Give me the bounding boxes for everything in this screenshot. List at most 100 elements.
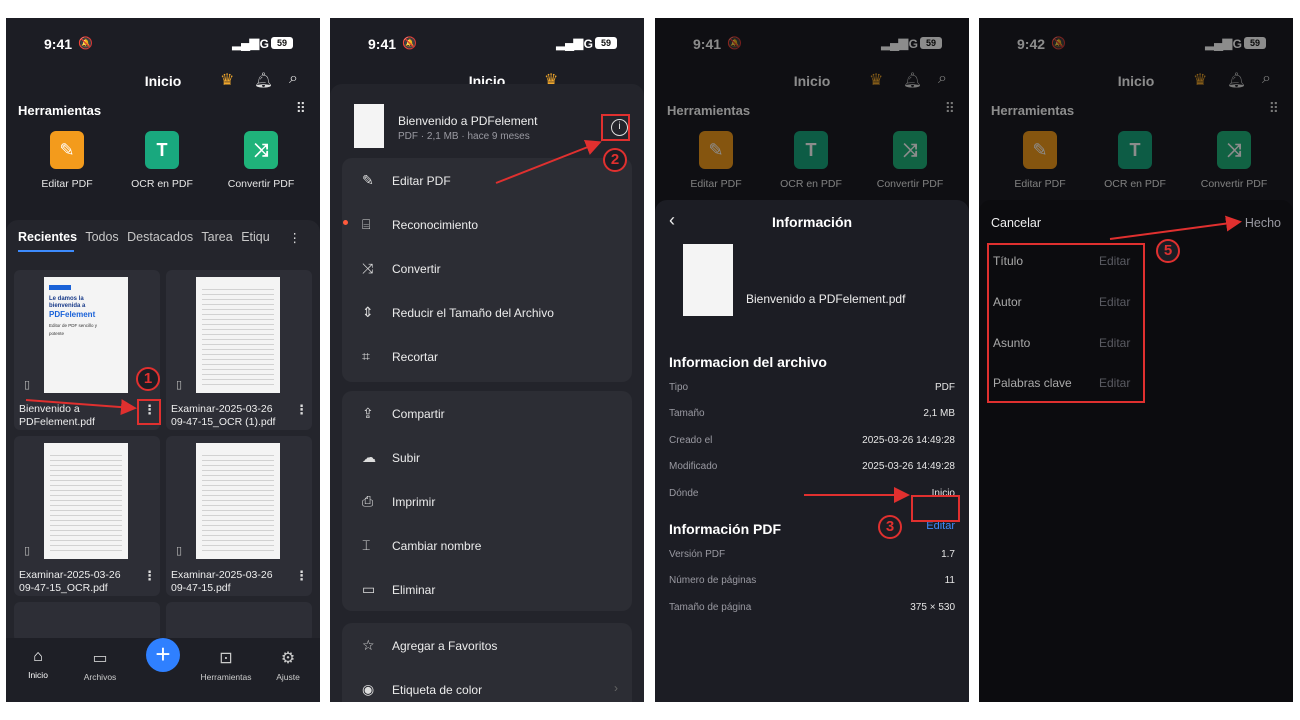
printer-icon: ⎙ <box>362 493 374 509</box>
menu-item-delete[interactable]: ▭ Eliminar <box>342 567 632 611</box>
recents-tabs: Recientes Todos Destacados Tarea Etiqu ⋮ <box>18 230 310 252</box>
file-thumbnail <box>196 443 280 559</box>
step-badge-5: 5 <box>1156 239 1180 263</box>
screen-file-menu: 9:41 🔕 ▂▄▆ 5G 59 Inicio ♛ Bienvenido a P… <box>330 18 644 702</box>
home-icon: ⌂ <box>33 648 43 665</box>
grid-icon[interactable]: ⠿ <box>296 100 306 117</box>
rename-icon: ⌶ <box>362 537 371 553</box>
tool-convert[interactable]: ⤨ Convertir PDF <box>213 131 309 190</box>
highlight-edit-link <box>911 495 960 522</box>
cloud-upload-icon: ☁ <box>362 449 376 465</box>
tool-label: OCR en PDF <box>131 178 193 190</box>
crown-icon[interactable]: ♛ <box>220 70 234 90</box>
menu-group-edit: ✎ Editar PDF ⌸ Reconocimiento ⤨ Convertir ⇕… <box>342 158 632 382</box>
convert-icon: ⤨ <box>244 131 278 169</box>
tools-heading: Herramientas <box>18 103 102 118</box>
battery-icon: 59 <box>271 37 293 49</box>
menu-item-edit-pdf[interactable]: ✎ Editar PDF <box>342 158 632 202</box>
status-time: 9:41 <box>44 36 73 52</box>
file-name: Examinar-2025-03-26 09-47-15.pdf <box>171 569 273 594</box>
menu-item-compress[interactable]: ⇕ Reducir el Tamaño del Archivo <box>342 290 632 334</box>
network-label: 5G <box>577 37 594 51</box>
file-name: Examinar-2025-03-26 09-47-15_OCR (1).pdf <box>171 403 276 428</box>
file-name: Bienvenido a PDFelement <box>398 114 538 128</box>
file-thumbnail <box>354 104 384 148</box>
chevron-right-icon: › <box>614 681 618 695</box>
bell-icon[interactable]: 🔔︎ <box>254 71 273 89</box>
highlight-more-button <box>137 399 161 425</box>
folder-icon: ▭ <box>92 650 108 667</box>
tab-tarea[interactable]: Tarea <box>201 230 232 244</box>
file-thumbnail <box>44 443 128 559</box>
info-row: Modificado 2025-03-26 14:49:28 <box>669 461 955 472</box>
file-card[interactable]: ▯ Examinar-2025-03-26 09-47-15_OCR.pdf ⋮ <box>14 436 160 596</box>
file-name: Bienvenido a PDFelement.pdf <box>19 403 95 428</box>
menu-item-favorite[interactable]: ☆ Agregar a Favoritos <box>342 623 632 667</box>
file-more-icon[interactable]: ⋮ <box>143 568 156 584</box>
info-sheet: ‹ Información Bienvenido a PDFelement.pd… <box>655 200 969 702</box>
file-meta: PDF · 2,1 MB · hace 9 meses <box>398 131 530 142</box>
status-bar: 9:41 🔕 ▂▄▆ 5G 59 <box>6 18 320 70</box>
file-thumbnail <box>196 277 280 393</box>
ocr-icon: T <box>145 131 179 169</box>
more-vertical-icon[interactable]: ⋮ <box>289 230 302 245</box>
device-icon: ▯ <box>24 545 31 557</box>
tool-edit-pdf[interactable]: ✎ Editar PDF <box>19 131 115 190</box>
step-badge-3: 3 <box>878 515 902 539</box>
tab-destacados[interactable]: Destacados <box>127 230 193 244</box>
nav-inicio[interactable]: ⌂ Inicio <box>6 648 70 680</box>
info-title: Información <box>771 214 853 230</box>
info-row: Versión PDF 1.7 <box>669 549 955 560</box>
info-row: Creado el 2025-03-26 14:49:28 <box>669 435 955 446</box>
menu-item-print[interactable]: ⎙ Imprimir <box>342 479 632 523</box>
menu-item-crop[interactable]: ⌗ Recortar <box>342 334 632 378</box>
menu-item-recognition[interactable]: ⌸ Reconocimiento <box>342 202 632 246</box>
highlight-info-button <box>601 114 630 141</box>
nav-ajuste[interactable]: ⚙ Ajuste <box>256 648 320 682</box>
network-label: 5G <box>253 37 270 51</box>
nav-archivos[interactable]: ▭ Archivos <box>68 648 132 682</box>
settings-icon: ⚙ <box>280 650 296 667</box>
file-card[interactable] <box>166 602 312 642</box>
silent-icon: 🔕 <box>78 36 93 50</box>
screen-home: 9:41 🔕 ▂▄▆ 5G 59 Inicio ♛ 🔔︎ ⌕ Herramien… <box>6 18 320 702</box>
add-button[interactable]: + <box>146 638 180 672</box>
new-dot <box>343 220 348 225</box>
tab-etiquetas[interactable]: Etiqu <box>241 230 270 244</box>
screen-info: 9:41 🔕 ▂▄▆ 5G 59 Inicio ♛ 🔔︎ ⌕ Herramien… <box>655 18 969 702</box>
nav-herramientas[interactable]: ⊡ Herramientas <box>194 648 258 682</box>
file-card[interactable] <box>14 602 160 642</box>
device-icon: ▯ <box>176 379 183 391</box>
info-row: Tipo PDF <box>669 382 955 393</box>
done-button[interactable]: Hecho <box>1245 216 1281 230</box>
menu-item-color-tag[interactable]: ◉ Etiqueta de color › <box>342 667 632 702</box>
file-card[interactable]: ▯ Examinar-2025-03-26 09-47-15.pdf ⋮ <box>166 436 312 596</box>
file-menu-header: Bienvenido a PDFelement PDF · 2,1 MB · h… <box>342 102 632 158</box>
search-icon[interactable]: ⌕ <box>289 70 298 88</box>
tab-underline <box>18 250 74 252</box>
device-icon: ▯ <box>176 545 183 557</box>
menu-item-convert[interactable]: ⤨ Convertir <box>342 246 632 290</box>
step-badge-2: 2 <box>603 148 627 172</box>
tool-ocr[interactable]: T OCR en PDF <box>114 131 210 190</box>
shuffle-icon: ⤨ <box>362 260 374 276</box>
file-thumbnail: Le damos la bienvenida a PDFelement Edit… <box>44 277 128 393</box>
file-card[interactable]: ▯ Examinar-2025-03-26 09-47-15_OCR (1).pd… <box>166 270 312 430</box>
tool-label: Editar PDF <box>41 178 93 190</box>
menu-item-rename[interactable]: ⌶ Cambiar nombre <box>342 523 632 567</box>
tab-todos[interactable]: Todos <box>85 230 118 244</box>
menu-item-upload[interactable]: ☁ Subir <box>342 435 632 479</box>
pdf-info-heading: Información PDF <box>669 521 782 537</box>
file-name: Examinar-2025-03-26 09-47-15_OCR.pdf <box>19 569 121 594</box>
tab-recientes[interactable]: Recientes <box>18 230 77 244</box>
edit-pdf-icon: ✎ <box>50 131 84 169</box>
file-more-icon[interactable]: ⋮ <box>295 402 308 418</box>
cancel-button[interactable]: Cancelar <box>991 216 1041 230</box>
status-time: 9:41 <box>368 36 397 52</box>
top-bar: Inicio ♛ 🔔︎ ⌕ <box>6 70 320 100</box>
toolbox-icon: ⊡ <box>219 650 233 667</box>
star-icon: ☆ <box>362 637 375 653</box>
menu-item-share[interactable]: ⇪ Compartir <box>342 391 632 435</box>
trash-icon: ▭ <box>362 581 376 597</box>
file-more-icon[interactable]: ⋮ <box>295 568 308 584</box>
